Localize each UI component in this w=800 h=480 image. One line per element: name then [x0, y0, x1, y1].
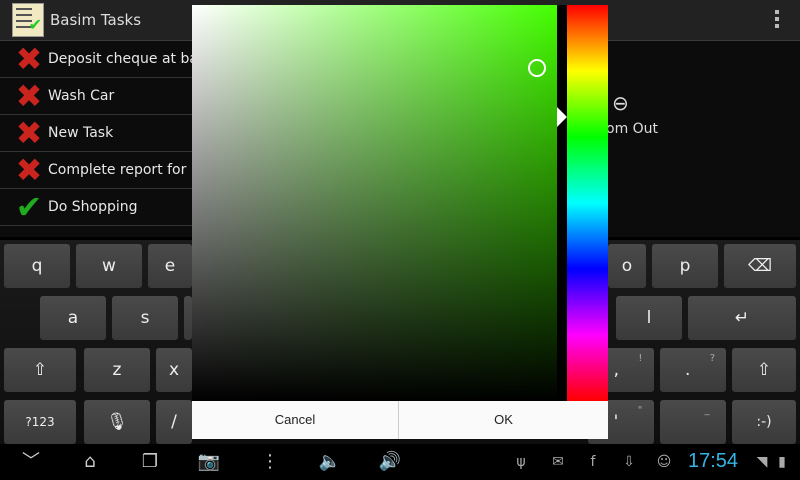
key-slash[interactable]: / [156, 400, 192, 444]
cross-icon: ✖ [15, 114, 43, 152]
key-w[interactable]: w [76, 244, 142, 288]
task-label: Wash Car [48, 88, 115, 104]
key-hint: " [637, 405, 643, 416]
cancel-button[interactable]: Cancel [192, 401, 399, 439]
task-item[interactable]: ✖ New Task [0, 115, 196, 152]
cross-icon: ✖ [15, 151, 43, 189]
color-picker-dialog: Cancel OK [192, 5, 608, 439]
task-item[interactable]: ✔ Do Shopping [0, 189, 196, 226]
app-title: Basim Tasks [50, 11, 142, 29]
key-period[interactable]: . ? [660, 348, 726, 392]
clock: 17:54 [688, 450, 739, 472]
screenshot-icon[interactable]: 📷 [196, 450, 222, 474]
color-cursor[interactable] [528, 59, 546, 77]
checkmark-icon: ✔ [15, 188, 43, 226]
key-o[interactable]: o [608, 244, 646, 288]
key-a[interactable]: a [40, 296, 106, 340]
task-label: Do Shopping [48, 199, 138, 215]
shift-icon: ⇧ [32, 360, 48, 380]
task-label: Deposit cheque at bank [48, 51, 215, 67]
volume-down-icon[interactable]: 🔈 [314, 450, 346, 474]
enter-key[interactable]: ↵ [688, 296, 796, 340]
symbols-key[interactable]: ?123 [4, 400, 76, 444]
smiley-key[interactable]: :-) [732, 400, 796, 444]
check-icon: ✔ [28, 15, 42, 34]
system-bar: ﹀ ⌂ ❐ 📷 ⋮ 🔈 🔊 ψ ✉ f ⇩ ☺ 17:54 ◥ ▮ [0, 444, 800, 480]
key-hint: ! [638, 353, 643, 364]
key-hint: _ [704, 405, 710, 416]
saturation-value-square[interactable] [192, 5, 557, 401]
key-hint: ? [709, 353, 716, 364]
home-icon[interactable]: ⌂ [76, 450, 104, 474]
download-icon: ⇩ [623, 454, 635, 470]
usb-icon: ψ [516, 454, 526, 470]
key-q[interactable]: q [4, 244, 70, 288]
key-l[interactable]: l [616, 296, 682, 340]
overflow-menu-icon[interactable] [774, 10, 780, 31]
key-z[interactable]: z [84, 348, 150, 392]
hue-indicator-arrow[interactable] [557, 107, 567, 127]
key-s[interactable]: s [112, 296, 178, 340]
task-label: New Task [48, 125, 114, 141]
task-item[interactable]: ✖ Deposit cheque at bank [0, 40, 215, 78]
voice-key[interactable]: 🎙 [84, 400, 150, 444]
app-icon: ✔ [12, 3, 44, 37]
volume-up-icon[interactable]: 🔊 [374, 450, 406, 474]
battery-icon: ▮ [778, 454, 786, 470]
backspace-key[interactable]: ⌫ [724, 244, 796, 288]
zoom-out-icon[interactable]: ⊖ [612, 91, 634, 115]
microphone-icon: 🎙 [106, 412, 128, 432]
android-icon: ☺ [656, 454, 672, 470]
key-p[interactable]: p [652, 244, 718, 288]
key-e[interactable]: e [148, 244, 192, 288]
dialog-button-bar: Cancel OK [192, 401, 608, 439]
recent-apps-icon[interactable]: ❐ [136, 450, 164, 474]
key-d[interactable] [184, 296, 192, 340]
backspace-icon: ⌫ [747, 256, 773, 276]
ok-button[interactable]: OK [399, 401, 608, 439]
cross-icon: ✖ [15, 77, 43, 115]
cross-icon: ✖ [15, 40, 43, 78]
shift-icon: ⇧ [756, 360, 772, 380]
mail-icon: ✉ [552, 454, 564, 470]
task-item[interactable]: ✖ Wash Car [0, 78, 196, 115]
zoom-out-label[interactable]: om Out [606, 121, 658, 137]
menu-icon[interactable]: ⋮ [260, 450, 280, 474]
shift-key-right[interactable]: ⇧ [732, 348, 796, 392]
hide-keyboard-icon[interactable]: ﹀ [18, 450, 44, 474]
hue-slider[interactable] [567, 5, 608, 401]
enter-icon: ↵ [734, 308, 750, 328]
key-dash[interactable]: _ [660, 400, 726, 444]
shift-key-left[interactable]: ⇧ [4, 348, 76, 392]
wifi-icon: ◥ [756, 454, 768, 470]
key-x[interactable]: x [156, 348, 192, 392]
task-item[interactable]: ✖ Complete report for Frid [0, 151, 216, 189]
facebook-icon: f [590, 454, 596, 470]
